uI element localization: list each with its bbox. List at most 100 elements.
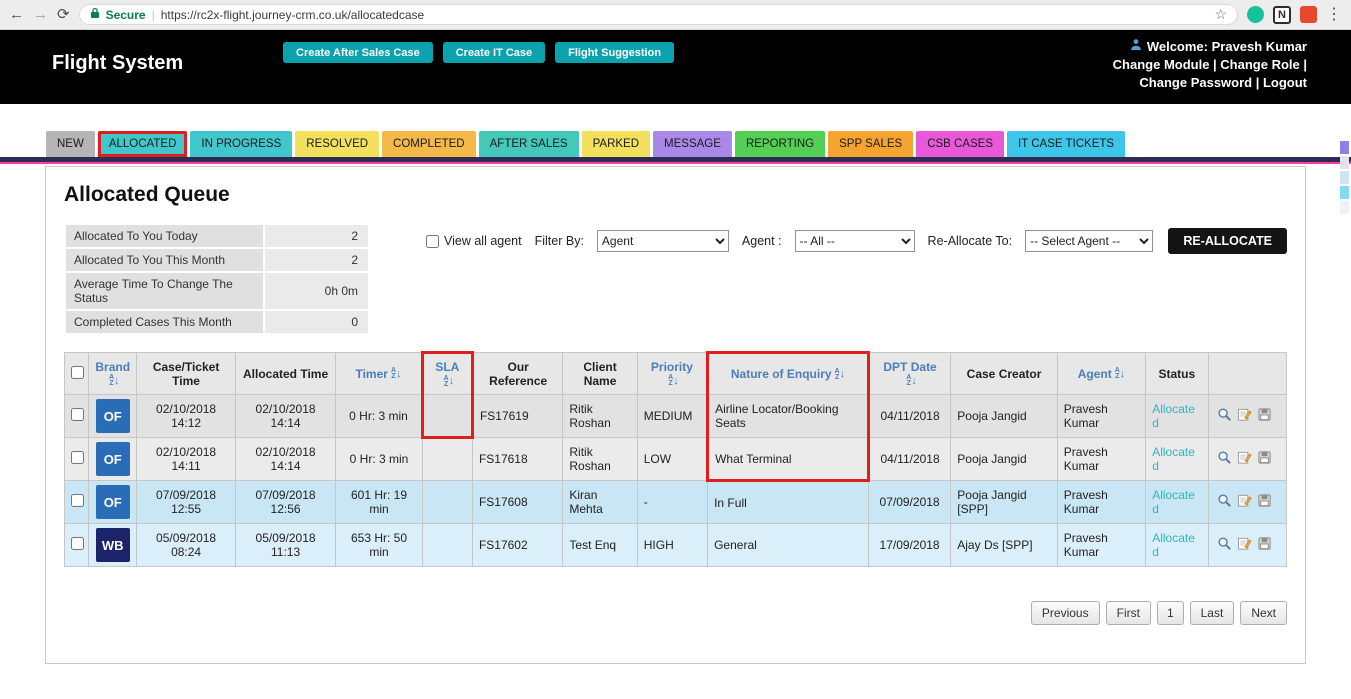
- tab-in-progress[interactable]: IN PROGRESS: [190, 131, 293, 157]
- cell-sla: [421, 437, 473, 481]
- view-all-agent[interactable]: View all agent: [426, 234, 522, 248]
- tab-csb-cases[interactable]: CSB CASES: [916, 131, 1005, 157]
- column-label-status: Status: [1158, 366, 1196, 381]
- column-header-creator: Case Creator: [950, 352, 1058, 395]
- tab-completed[interactable]: COMPLETED: [382, 131, 476, 157]
- row-checkbox[interactable]: [71, 451, 84, 464]
- account-links-line2[interactable]: Change Password | Logout: [1113, 74, 1307, 92]
- cell-actions: [1207, 437, 1287, 481]
- tab-parked[interactable]: PARKED: [581, 131, 651, 157]
- column-header-agent[interactable]: Agent A Z ↓: [1056, 352, 1147, 395]
- cell-sla: [421, 480, 473, 524]
- reallocate-select[interactable]: -- Select Agent --: [1025, 230, 1154, 252]
- back-icon[interactable]: ←: [9, 7, 24, 22]
- sort-icon[interactable]: A Z ↓: [835, 368, 846, 381]
- pagination-first[interactable]: First: [1105, 601, 1151, 625]
- export-icon[interactable]: [1257, 536, 1272, 554]
- view-icon[interactable]: [1217, 536, 1232, 554]
- secure-label: Secure: [105, 7, 146, 22]
- view-all-agent-checkbox[interactable]: [426, 234, 439, 248]
- tab-resolved[interactable]: RESOLVED: [295, 131, 380, 157]
- tab-after-sales[interactable]: AFTER SALES: [478, 131, 579, 157]
- extension-green-circle-icon[interactable]: [1247, 6, 1264, 23]
- column-header-nature[interactable]: Nature of Enquiry A Z ↓: [706, 351, 870, 395]
- account-links-line1[interactable]: Change Module | Change Role |: [1113, 56, 1307, 74]
- tab-it-case-tickets[interactable]: IT CASE TICKETS: [1007, 131, 1126, 157]
- view-icon[interactable]: [1217, 450, 1232, 468]
- address-bar[interactable]: Secure | https://rc2x-flight.journey-crm…: [78, 4, 1238, 25]
- select-all-checkbox[interactable]: [71, 365, 84, 379]
- sort-icon[interactable]: A Z ↓: [109, 374, 120, 387]
- tab-allocated[interactable]: ALLOCATED: [97, 131, 188, 157]
- column-header-priority[interactable]: Priority A Z ↓: [636, 352, 709, 395]
- view-icon[interactable]: [1217, 493, 1232, 511]
- case-row-FS17619: OF 02/10/2018 14:12 02/10/2018 14:14 0 Hr: …: [63, 394, 1287, 439]
- bookmark-star-icon[interactable]: ☆: [1214, 6, 1227, 23]
- column-header-allocated_time: Allocated Time: [234, 352, 337, 395]
- column-header-reference: Our Reference: [471, 352, 564, 395]
- row-checkbox[interactable]: [71, 408, 84, 421]
- column-label-nature: Nature of Enquiry: [730, 367, 832, 381]
- filter-by-select[interactable]: Agent: [596, 230, 729, 252]
- cell-sla: [420, 394, 474, 439]
- refresh-icon[interactable]: ⟳: [57, 7, 70, 22]
- sort-icon[interactable]: A Z ↓: [391, 367, 402, 380]
- sort-icon[interactable]: A Z ↓: [444, 375, 455, 388]
- row-checkbox[interactable]: [71, 494, 84, 507]
- status-badge: Allocated: [1145, 437, 1209, 481]
- edit-icon[interactable]: [1237, 536, 1252, 554]
- tab-spp-sales[interactable]: SPP SALES: [828, 131, 914, 157]
- export-icon[interactable]: [1257, 407, 1272, 425]
- export-icon[interactable]: [1257, 450, 1272, 468]
- tab-reporting[interactable]: REPORTING: [734, 131, 826, 157]
- edit-icon[interactable]: [1237, 450, 1252, 468]
- sort-icon[interactable]: A Z ↓: [906, 374, 917, 387]
- tab-message[interactable]: MESSAGE: [653, 131, 732, 157]
- case-row-FS17608: OF 07/09/2018 12:55 07/09/2018 12:56 601 Hr…: [63, 480, 1287, 524]
- cell-reference: FS17618: [471, 437, 564, 481]
- edit-icon[interactable]: [1237, 493, 1252, 511]
- column-header-timer[interactable]: Timer A Z ↓: [335, 352, 423, 395]
- cell-case_time: 07/09/2018 12:55: [136, 480, 236, 524]
- cell-agent: Pravesh Kumar: [1056, 523, 1147, 567]
- welcome-line: Welcome: Pravesh Kumar: [1113, 38, 1307, 56]
- cell-nature: Airline Locator/Booking Seats: [706, 394, 870, 438]
- column-label-reference: Our Reference: [489, 359, 548, 388]
- row-checkbox[interactable]: [71, 537, 84, 550]
- column-header-brand[interactable]: Brand A Z ↓: [88, 352, 138, 395]
- sort-icon[interactable]: A Z ↓: [668, 374, 679, 387]
- stat-value: 2: [264, 225, 368, 247]
- cell-priority: -: [636, 480, 709, 524]
- forward-icon[interactable]: →: [33, 7, 48, 22]
- flight-suggestion-button[interactable]: Flight Suggestion: [555, 42, 675, 63]
- tab-new[interactable]: NEW: [46, 131, 95, 157]
- extension-orange-icon[interactable]: [1300, 6, 1317, 23]
- app-title: Flight System: [52, 52, 184, 74]
- agent-select[interactable]: -- All --: [794, 230, 915, 252]
- pagination-previous[interactable]: Previous: [1030, 601, 1100, 625]
- create-after-sales-case-button[interactable]: Create After Sales Case: [283, 42, 433, 63]
- select-all-header[interactable]: [63, 352, 90, 395]
- url-text[interactable]: https://rc2x-flight.journey-crm.co.uk/al…: [161, 8, 424, 22]
- extension-n-icon[interactable]: N: [1273, 5, 1291, 24]
- pagination-last[interactable]: Last: [1189, 601, 1235, 625]
- export-icon[interactable]: [1257, 493, 1272, 511]
- cell-dpt_date: 17/09/2018: [867, 523, 952, 567]
- cell-nature: General: [707, 523, 869, 567]
- view-icon[interactable]: [1217, 407, 1232, 425]
- cell-timer: 653 Hr: 50 min: [335, 523, 423, 567]
- reallocate-button[interactable]: RE-ALLOCATE: [1168, 228, 1287, 254]
- edit-icon[interactable]: [1237, 407, 1252, 425]
- browser-menu-icon[interactable]: ⋮: [1326, 6, 1342, 23]
- agent-label: Agent :: [741, 234, 782, 248]
- cell-client: Ritik Roshan: [562, 437, 638, 481]
- edge-chip: [1340, 156, 1349, 169]
- sort-icon[interactable]: A Z ↓: [1115, 367, 1126, 380]
- create-it-case-button[interactable]: Create IT Case: [442, 42, 546, 63]
- pagination-1[interactable]: 1: [1156, 601, 1184, 625]
- pagination-next[interactable]: Next: [1240, 601, 1287, 625]
- column-header-sla[interactable]: SLA A Z ↓: [420, 351, 474, 395]
- cell-priority: HIGH: [636, 523, 709, 567]
- column-header-dpt_date[interactable]: DPT Date A Z ↓: [867, 352, 952, 395]
- column-label-agent: Agent: [1077, 366, 1112, 381]
